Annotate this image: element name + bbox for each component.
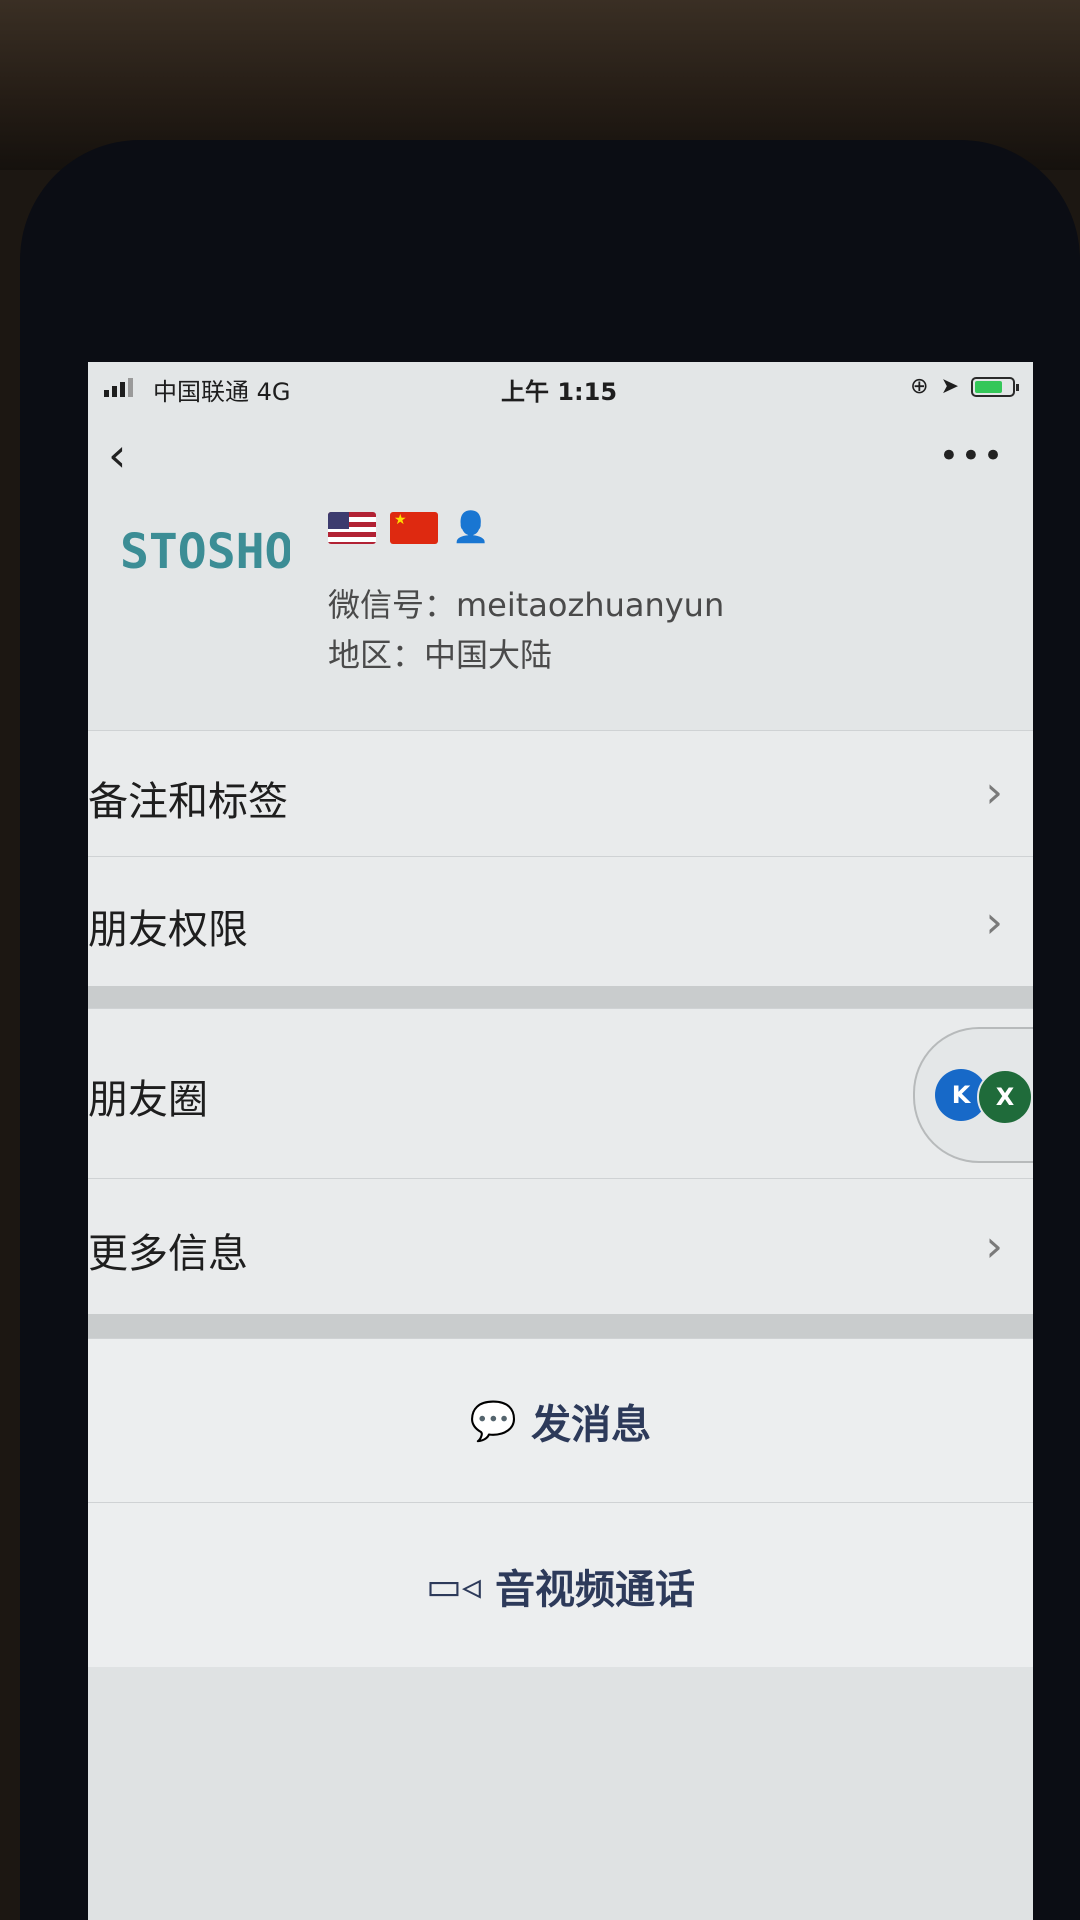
back-button[interactable]: ‹ (108, 428, 148, 482)
moments-row[interactable]: 朋友圈 K X (88, 1008, 1033, 1179)
section-separator (88, 1314, 1033, 1338)
location-icon: ➤ (940, 374, 959, 399)
section-separator (88, 986, 1033, 1008)
status-bar: 中国联通 4G 上午 1:15 ⊕ ➤ (88, 362, 1033, 418)
send-message-button[interactable]: 💬 发消息 (88, 1338, 1033, 1503)
status-icons: ⊕ ➤ (910, 374, 1019, 399)
person-icon: 👤 (452, 510, 490, 545)
clock: 上午 1:15 (501, 378, 618, 406)
notes-tags-label: 备注和标签 (88, 779, 288, 825)
video-call-button[interactable]: ▭◃ 音视频通话 (88, 1502, 1033, 1668)
moments-thumbnail: X (977, 1069, 1033, 1125)
moments-label: 朋友圈 (88, 1077, 208, 1123)
carrier-label: 中国联通 4G (153, 378, 291, 406)
us-flag-icon (328, 512, 376, 544)
wechat-id: 微信号：meitaozhuanyun (328, 586, 725, 624)
more-info-label: 更多信息 (88, 1231, 248, 1277)
friend-permissions-label: 朋友权限 (88, 907, 248, 953)
battery-fill (975, 380, 1002, 393)
chevron-right-icon: › (985, 1221, 1003, 1272)
nickname: ★ 👤 (328, 510, 490, 546)
phone-screen: 中国联通 4G 上午 1:15 ⊕ ➤ ‹ ••• STOSHO ★ 👤 微信号… (88, 362, 1033, 1920)
avatar[interactable]: STOSHO (120, 512, 290, 592)
notes-tags-row[interactable]: 备注和标签 › (88, 730, 1033, 857)
chevron-right-icon: › (985, 897, 1003, 948)
orientation-lock-icon: ⊕ (910, 374, 929, 399)
friend-permissions-row[interactable]: 朋友权限 › (88, 856, 1033, 987)
china-flag-icon: ★ (390, 512, 438, 544)
more-info-row[interactable]: 更多信息 › (88, 1178, 1033, 1315)
region: 地区：中国大陆 (328, 636, 553, 674)
bottom-empty-area (88, 1667, 1033, 1920)
more-options-button[interactable]: ••• (939, 436, 1005, 476)
moments-preview: K X (913, 1027, 1033, 1163)
battery-icon (971, 376, 1019, 397)
chat-bubble-icon: 💬 (469, 1398, 518, 1443)
video-camera-icon: ▭◃ (426, 1563, 481, 1608)
video-call-label: 音视频通话 (494, 1566, 695, 1613)
send-message-label: 发消息 (531, 1402, 652, 1448)
chevron-right-icon: › (985, 767, 1003, 818)
signal-icon (104, 378, 133, 397)
